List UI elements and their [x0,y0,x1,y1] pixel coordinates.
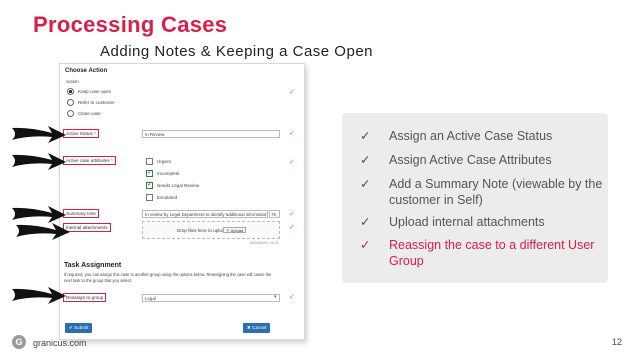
option-keep-open-label: Keep case open [78,89,112,94]
attr-urgent-label: Urgent [157,159,171,164]
chevron-down-icon: ▾ [274,294,277,300]
granicus-logo-icon: G [12,335,26,349]
upload-button[interactable]: ⇪ Upload [223,227,247,233]
slide-title: Processing Cases [33,12,228,37]
reassign-label: Reassign to group [63,293,107,302]
checkmark-icon: ✓ [360,215,371,229]
check-icon: ✓ [289,130,295,137]
check-icon: ✓ [289,159,295,166]
action-label: Action [66,79,79,84]
checkmark-icon: ✓ [360,238,371,252]
attachment-size-note: 0/20480/0 / 10 B [250,241,278,245]
check-icon: ✓ [289,294,295,301]
task-assignment-heading: Task Assignment [64,262,122,269]
arrow-reassign-icon [12,287,66,304]
checkbox-needs-legal-review[interactable] [146,180,153,189]
page-number: 12 [612,337,623,347]
option-refer-customer-label: Refer to customer [78,100,115,105]
option-close-case-label: Close case [78,111,101,116]
check-icon: ✓ [289,89,295,96]
brand-text: granicus.com [33,338,87,348]
form-screenshot: Choose Action Action Keep case open Refe… [59,63,305,340]
file-drop-zone[interactable]: Drop files here to upload ⇪ Upload [142,221,280,239]
reassign-group-select[interactable]: Legal [142,294,280,302]
radio-close-case[interactable] [67,110,74,117]
check-icon: ✓ [289,224,295,231]
arrow-active-status-icon [12,126,66,143]
checkmark-icon: ✓ [360,129,371,143]
checklist-panel: ✓ Assign an Active Case Status ✓ Assign … [342,113,608,283]
attr-incomplete-label: Incomplete [157,171,180,176]
cancel-button[interactable]: ✖ Cancel [243,323,271,333]
task-assignment-desc-1: If required, you can assign this case to… [64,272,272,277]
checkmark-icon: ✓ [360,177,371,191]
task-assignment-desc-2: next task to the group that you select. [64,278,133,283]
slide-subtitle: Adding Notes & Keeping a Case Open [100,43,374,60]
attributes-label: Active case attributes * [63,156,116,165]
checkbox-escalated[interactable] [146,194,153,201]
arrow-attachments-icon [16,223,70,240]
active-status-select[interactable]: In Review [142,130,280,138]
radio-refer-customer[interactable] [67,99,74,106]
attr-legal-label: Needs Legal Review [157,183,200,188]
checkmark-icon: ✓ [360,153,371,167]
summary-note-input[interactable]: In review by Legal Department to identif… [142,210,268,218]
checkbox-urgent[interactable] [146,158,153,165]
submit-button[interactable]: ✔ Submit [65,323,93,333]
radio-keep-open[interactable] [67,88,74,95]
arrow-attributes-icon [12,153,66,170]
active-status-label: Active Status * [63,129,99,138]
attr-escalated-label: Escalated [157,195,178,200]
drop-text: Drop files here to upload [177,228,228,233]
form-heading: Choose Action [65,68,108,74]
summary-counter: 76 [269,210,280,218]
check-icon: ✓ [289,211,295,218]
checkbox-incomplete[interactable] [146,168,153,177]
summary-note-label: Summary note [63,209,99,218]
